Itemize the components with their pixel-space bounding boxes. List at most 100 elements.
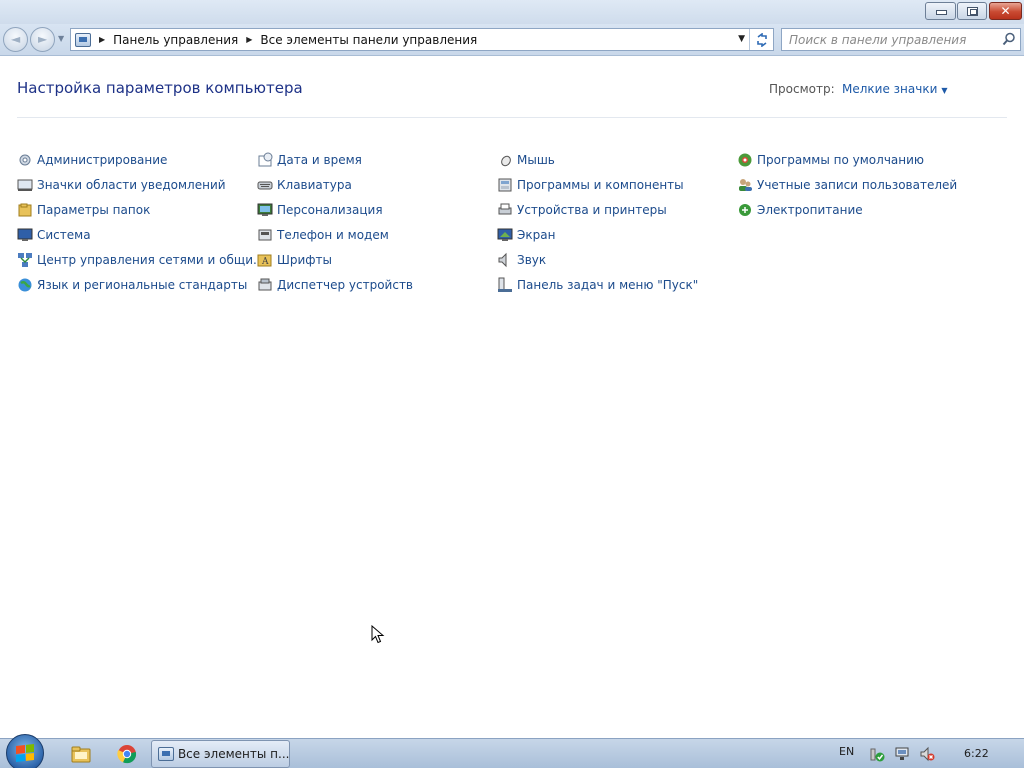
view-mode-dropdown[interactable]: Мелкие значки ▼	[842, 82, 948, 96]
keyboard-icon	[257, 177, 273, 193]
control-panel-item[interactable]: Экран	[497, 222, 737, 247]
control-panel-item[interactable]: Язык и региональные стандарты	[17, 272, 257, 297]
taskbar-button-control-panel[interactable]: Все элементы п...	[151, 740, 290, 768]
sound-icon	[497, 252, 513, 268]
file-explorer-icon[interactable]	[70, 743, 92, 765]
navigation-bar: ◄ ► ▼ ▶ Панель управления ▶ Все элементы…	[0, 24, 1024, 56]
control-panel-item[interactable]: Центр управления сетями и общи...	[17, 247, 264, 272]
region-language-icon	[17, 277, 33, 293]
content-area: Настройка параметров компьютера Просмотр…	[0, 57, 1024, 738]
control-panel-item-label: Администрирование	[37, 152, 168, 167]
refresh-icon	[756, 32, 767, 47]
action-center-icon[interactable]	[869, 746, 885, 762]
minimize-button[interactable]	[925, 2, 956, 20]
network-icon[interactable]	[894, 746, 910, 762]
search-icon[interactable]	[1002, 32, 1016, 46]
control-panel-item[interactable]: Устройства и принтеры	[497, 197, 737, 222]
close-icon: ✕	[1000, 3, 1011, 18]
control-panel-item-label: Значки области уведомлений	[37, 177, 226, 192]
taskbar-button-label: Все элементы п...	[177, 747, 289, 761]
control-panel-item-label: Диспетчер устройств	[277, 277, 414, 292]
control-panel-item[interactable]: Программы и компоненты	[497, 172, 737, 197]
control-panel-item[interactable]: A Шрифты	[257, 247, 497, 272]
taskbar-start-menu-icon	[497, 277, 513, 293]
control-panel-item-label: Мышь	[517, 152, 555, 167]
mouse-cursor-icon	[371, 625, 385, 644]
control-panel-item[interactable]: Панель задач и меню "Пуск"	[497, 272, 737, 297]
control-panel-item-label: Система	[37, 227, 91, 242]
control-panel-item[interactable]: Диспетчер устройств	[257, 272, 497, 297]
minimize-icon	[935, 7, 947, 16]
close-button[interactable]: ✕	[989, 2, 1022, 20]
control-panel-item[interactable]: Телефон и модем	[257, 222, 497, 247]
chrome-icon[interactable]	[116, 743, 138, 765]
windows-logo-icon	[16, 744, 34, 762]
date-time-icon	[257, 152, 273, 168]
start-button[interactable]	[6, 734, 44, 768]
control-panel-item-label: Устройства и принтеры	[517, 202, 667, 217]
breadcrumb-control-panel[interactable]: Панель управления	[113, 33, 238, 47]
display-icon	[497, 227, 513, 243]
control-panel-item-label: Клавиатура	[277, 177, 352, 192]
language-indicator[interactable]: EN	[839, 745, 854, 758]
control-panel-item[interactable]: Клавиатура	[257, 172, 497, 197]
control-panel-item[interactable]: Система	[17, 222, 257, 247]
control-panel-item-label: Дата и время	[277, 152, 362, 167]
divider	[17, 117, 1007, 118]
default-programs-icon	[737, 152, 753, 168]
fonts-icon: A	[257, 252, 273, 268]
control-panel-item-label: Программы и компоненты	[517, 177, 684, 192]
control-panel-item-label: Телефон и модем	[277, 227, 389, 242]
control-panel-icon	[158, 747, 174, 761]
control-panel-item-label: Учетные записи пользователей	[757, 177, 958, 192]
control-panel-item-label: Программы по умолчанию	[757, 152, 925, 167]
breadcrumb-all-items[interactable]: Все элементы панели управления	[260, 33, 477, 47]
forward-button[interactable]: ►	[30, 27, 55, 52]
control-panel-item[interactable]: Администрирование	[17, 147, 257, 172]
svg-text:A: A	[261, 257, 269, 267]
control-panel-item-label: Язык и региональные стандарты	[37, 277, 248, 292]
control-panel-item[interactable]: Дата и время	[257, 147, 497, 172]
control-panel-item-label: Параметры папок	[37, 202, 151, 217]
refresh-button[interactable]	[749, 29, 773, 50]
network-center-icon	[17, 252, 33, 268]
search-box	[781, 28, 1021, 51]
chevron-down-icon: ▼	[941, 86, 948, 95]
power-options-icon	[737, 202, 753, 218]
devices-printers-icon	[497, 202, 513, 218]
back-button[interactable]: ◄	[3, 27, 28, 52]
address-bar[interactable]: ▶ Панель управления ▶ Все элементы панел…	[70, 28, 774, 51]
control-panel-item[interactable]: Программы по умолчанию	[737, 147, 977, 172]
breadcrumb-separator-icon[interactable]: ▶	[99, 35, 105, 44]
recent-pages-dropdown[interactable]: ▼	[58, 34, 64, 43]
search-input[interactable]	[782, 29, 992, 50]
maximize-button[interactable]	[957, 2, 987, 20]
view-mode-value: Мелкие значки	[842, 82, 938, 96]
control-panel-item[interactable]: Параметры папок	[17, 197, 257, 222]
title-bar: ✕	[0, 0, 1024, 24]
view-label: Просмотр:	[769, 82, 835, 96]
control-panel-item[interactable]: Звук	[497, 247, 737, 272]
control-panel-item[interactable]: Электропитание	[737, 197, 977, 222]
control-panel-item[interactable]: Учетные записи пользователей	[737, 172, 977, 197]
programs-features-icon	[497, 177, 513, 193]
notification-icons-icon	[17, 177, 33, 193]
control-panel-item-label: Персонализация	[277, 202, 383, 217]
control-panel-item[interactable]: Персонализация	[257, 197, 497, 222]
control-panel-item-label: Центр управления сетями и общи...	[37, 252, 265, 267]
page-title: Настройка параметров компьютера	[17, 79, 303, 97]
back-arrow-icon: ◄	[11, 32, 21, 46]
device-manager-icon	[257, 277, 273, 293]
address-history-dropdown[interactable]: ▼	[738, 34, 745, 44]
breadcrumb-separator-icon[interactable]: ▶	[246, 35, 252, 44]
control-panel-item[interactable]: Мышь	[497, 147, 737, 172]
mouse-icon	[497, 152, 513, 168]
user-accounts-icon	[737, 177, 753, 193]
control-panel-item[interactable]: Значки области уведомлений	[17, 172, 257, 197]
control-panel-items: Администрирование Значки области уведомле…	[17, 147, 1007, 297]
volume-muted-icon[interactable]	[919, 746, 935, 762]
clock[interactable]: 6:22	[964, 747, 989, 760]
taskbar: Все элементы п... EN 6:22	[0, 734, 1024, 768]
folder-options-icon	[17, 202, 33, 218]
forward-arrow-icon: ►	[38, 32, 48, 46]
